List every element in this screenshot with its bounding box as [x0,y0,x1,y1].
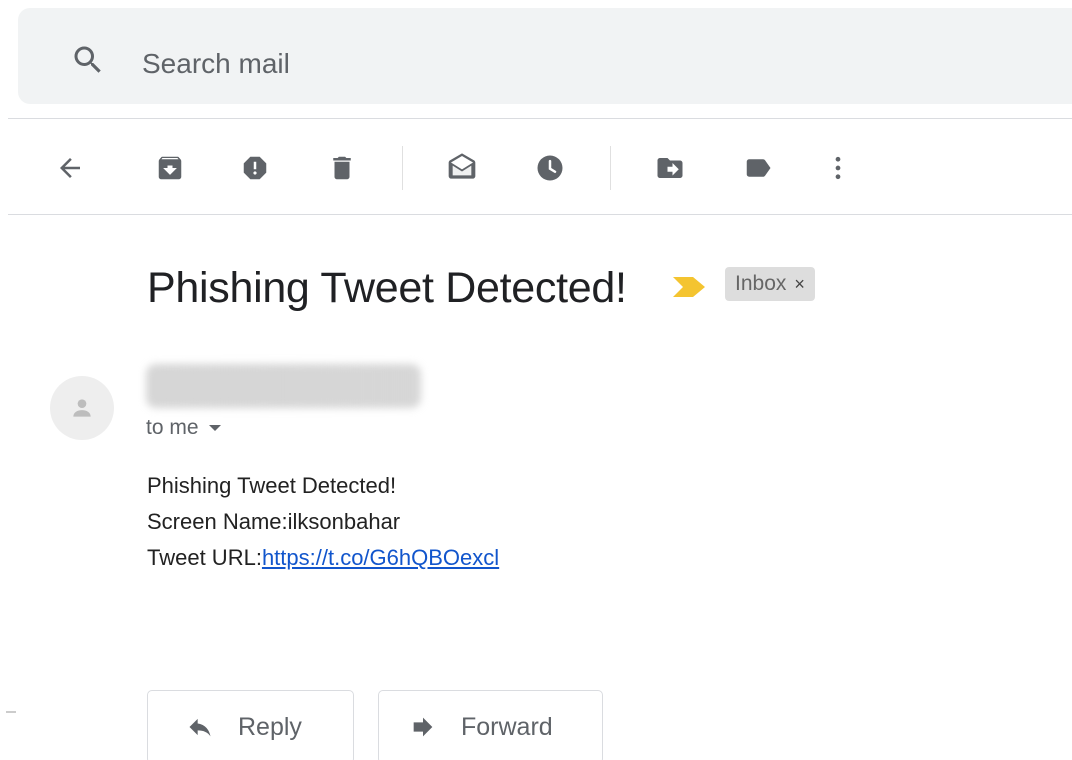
label-button[interactable] [738,148,778,188]
reply-label: Reply [238,712,302,741]
back-arrow-icon [60,158,80,178]
importance-marker-icon[interactable] [671,275,707,299]
delete-button[interactable] [322,148,362,188]
toolbar-separator [610,146,611,190]
body-line: Phishing Tweet Detected! [147,473,397,498]
body-line: Tweet URL:https://t.co/G6hQBOexcl [147,540,499,576]
report-spam-button[interactable] [235,148,275,188]
label-text: Inbox [735,272,787,295]
more-options-button[interactable] [818,148,858,188]
recipient-details-toggle[interactable]: to me [146,416,221,440]
reply-icon [189,718,211,737]
reply-button[interactable]: Reply [147,690,354,760]
inbox-label-chip: Inbox × [725,267,815,301]
chevron-down-icon [208,425,221,431]
more-vert-icon [835,156,841,180]
move-to-button[interactable] [650,148,690,188]
email-subject: Phishing Tweet Detected! [147,264,627,312]
forward-icon [413,717,433,737]
snooze-button[interactable] [530,148,570,188]
forward-label: Forward [461,712,553,741]
tweet-url-link[interactable]: https://t.co/G6hQBOexcl [262,545,499,570]
divider [8,118,1072,119]
search-bar[interactable]: Search mail [18,8,1072,104]
body-line: Screen Name:ilksonbahar [147,509,401,534]
archive-icon [158,156,182,180]
move-to-icon [657,158,683,178]
person-icon [73,399,91,417]
gmail-message-view: Search mail Phishing Tweet Detected! Inb… [0,0,1072,760]
recipient-label: to me [146,416,199,439]
url-label: Tweet URL: [147,545,262,570]
divider [8,214,1072,215]
toolbar-separator [402,146,403,190]
search-input[interactable]: Search mail [142,46,290,82]
forward-button[interactable]: Forward [378,690,603,760]
back-button[interactable] [50,148,90,188]
label-icon [746,159,771,177]
report-spam-icon [243,156,267,180]
edge-marker [6,711,16,713]
snooze-icon [537,155,563,181]
remove-label-button[interactable]: × [794,274,805,295]
sender-email-redacted[interactable]: ████████████ [146,364,421,408]
mark-unread-button[interactable] [442,148,482,188]
avatar[interactable] [50,376,114,440]
email-body: Phishing Tweet Detected! Screen Name:ilk… [147,468,499,576]
mark-unread-icon [448,153,476,179]
archive-button[interactable] [150,148,190,188]
delete-icon [333,156,351,180]
search-icon[interactable] [70,42,106,78]
